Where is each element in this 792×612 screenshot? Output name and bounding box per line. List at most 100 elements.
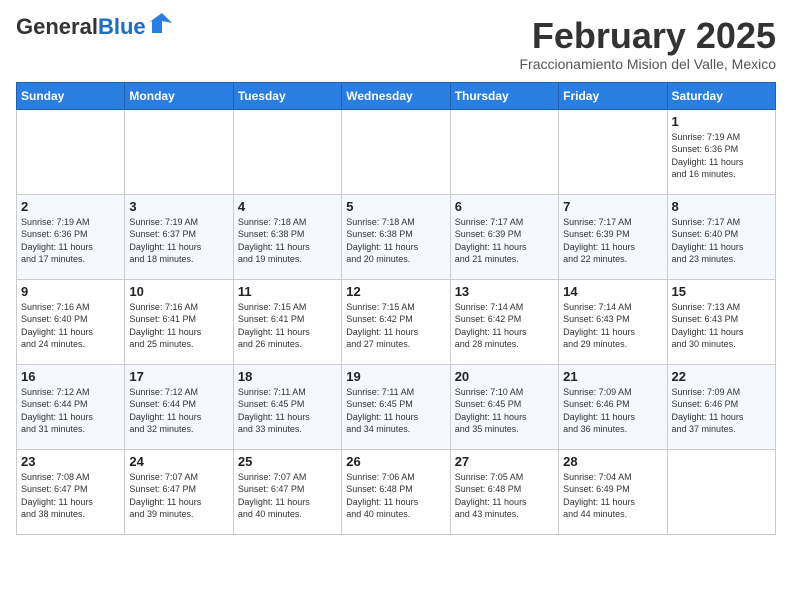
day-info: Sunrise: 7:17 AM Sunset: 6:39 PM Dayligh… <box>455 216 554 266</box>
day-info: Sunrise: 7:16 AM Sunset: 6:41 PM Dayligh… <box>129 301 228 351</box>
day-number: 4 <box>238 199 337 214</box>
day-number: 6 <box>455 199 554 214</box>
column-header-tuesday: Tuesday <box>233 82 341 109</box>
calendar-cell: 23 Sunrise: 7:08 AM Sunset: 6:47 PM Dayli… <box>17 449 125 534</box>
day-number: 22 <box>672 369 771 384</box>
title-area: February 2025 Fraccionamiento Mision del… <box>519 16 776 72</box>
day-number: 23 <box>21 454 120 469</box>
calendar-cell: 13 Sunrise: 7:14 AM Sunset: 6:42 PM Dayli… <box>450 279 558 364</box>
calendar-cell: 3 Sunrise: 7:19 AM Sunset: 6:37 PM Daylig… <box>125 194 233 279</box>
day-number: 28 <box>563 454 662 469</box>
day-info: Sunrise: 7:08 AM Sunset: 6:47 PM Dayligh… <box>21 471 120 521</box>
day-info: Sunrise: 7:09 AM Sunset: 6:46 PM Dayligh… <box>563 386 662 436</box>
calendar-cell: 7 Sunrise: 7:17 AM Sunset: 6:39 PM Daylig… <box>559 194 667 279</box>
calendar-cell <box>125 109 233 194</box>
day-info: Sunrise: 7:07 AM Sunset: 6:47 PM Dayligh… <box>129 471 228 521</box>
day-number: 8 <box>672 199 771 214</box>
day-number: 27 <box>455 454 554 469</box>
day-info: Sunrise: 7:18 AM Sunset: 6:38 PM Dayligh… <box>346 216 445 266</box>
calendar-cell: 21 Sunrise: 7:09 AM Sunset: 6:46 PM Dayli… <box>559 364 667 449</box>
day-number: 20 <box>455 369 554 384</box>
day-info: Sunrise: 7:13 AM Sunset: 6:43 PM Dayligh… <box>672 301 771 351</box>
day-info: Sunrise: 7:14 AM Sunset: 6:42 PM Dayligh… <box>455 301 554 351</box>
day-number: 21 <box>563 369 662 384</box>
calendar-cell: 8 Sunrise: 7:17 AM Sunset: 6:40 PM Daylig… <box>667 194 775 279</box>
calendar-cell <box>450 109 558 194</box>
column-header-friday: Friday <box>559 82 667 109</box>
day-info: Sunrise: 7:05 AM Sunset: 6:48 PM Dayligh… <box>455 471 554 521</box>
calendar-cell: 11 Sunrise: 7:15 AM Sunset: 6:41 PM Dayli… <box>233 279 341 364</box>
day-number: 16 <box>21 369 120 384</box>
day-info: Sunrise: 7:10 AM Sunset: 6:45 PM Dayligh… <box>455 386 554 436</box>
calendar-cell: 2 Sunrise: 7:19 AM Sunset: 6:36 PM Daylig… <box>17 194 125 279</box>
day-number: 10 <box>129 284 228 299</box>
calendar-cell: 14 Sunrise: 7:14 AM Sunset: 6:43 PM Dayli… <box>559 279 667 364</box>
column-header-thursday: Thursday <box>450 82 558 109</box>
day-info: Sunrise: 7:06 AM Sunset: 6:48 PM Dayligh… <box>346 471 445 521</box>
column-header-saturday: Saturday <box>667 82 775 109</box>
location-title: Fraccionamiento Mision del Valle, Mexico <box>519 56 776 72</box>
day-info: Sunrise: 7:17 AM Sunset: 6:40 PM Dayligh… <box>672 216 771 266</box>
month-title: February 2025 <box>519 16 776 56</box>
day-info: Sunrise: 7:14 AM Sunset: 6:43 PM Dayligh… <box>563 301 662 351</box>
day-number: 2 <box>21 199 120 214</box>
day-info: Sunrise: 7:15 AM Sunset: 6:42 PM Dayligh… <box>346 301 445 351</box>
day-number: 5 <box>346 199 445 214</box>
calendar-cell: 1 Sunrise: 7:19 AM Sunset: 6:36 PM Daylig… <box>667 109 775 194</box>
day-info: Sunrise: 7:18 AM Sunset: 6:38 PM Dayligh… <box>238 216 337 266</box>
day-number: 19 <box>346 369 445 384</box>
calendar-cell: 9 Sunrise: 7:16 AM Sunset: 6:40 PM Daylig… <box>17 279 125 364</box>
calendar-cell <box>17 109 125 194</box>
calendar-cell <box>233 109 341 194</box>
day-number: 9 <box>21 284 120 299</box>
calendar-cell: 22 Sunrise: 7:09 AM Sunset: 6:46 PM Dayli… <box>667 364 775 449</box>
logo: GeneralBlue <box>16 16 172 38</box>
calendar-cell: 28 Sunrise: 7:04 AM Sunset: 6:49 PM Dayli… <box>559 449 667 534</box>
day-number: 24 <box>129 454 228 469</box>
day-number: 1 <box>672 114 771 129</box>
day-number: 14 <box>563 284 662 299</box>
calendar-header-row: SundayMondayTuesdayWednesdayThursdayFrid… <box>17 82 776 109</box>
day-number: 12 <box>346 284 445 299</box>
calendar-cell: 25 Sunrise: 7:07 AM Sunset: 6:47 PM Dayli… <box>233 449 341 534</box>
day-number: 3 <box>129 199 228 214</box>
day-info: Sunrise: 7:19 AM Sunset: 6:37 PM Dayligh… <box>129 216 228 266</box>
calendar-cell: 10 Sunrise: 7:16 AM Sunset: 6:41 PM Dayli… <box>125 279 233 364</box>
day-info: Sunrise: 7:12 AM Sunset: 6:44 PM Dayligh… <box>21 386 120 436</box>
day-number: 26 <box>346 454 445 469</box>
logo-blue: Blue <box>98 14 146 39</box>
day-info: Sunrise: 7:07 AM Sunset: 6:47 PM Dayligh… <box>238 471 337 521</box>
calendar-cell <box>342 109 450 194</box>
logo-arrow-icon <box>148 13 172 33</box>
calendar-week-row: 2 Sunrise: 7:19 AM Sunset: 6:36 PM Daylig… <box>17 194 776 279</box>
calendar-cell: 19 Sunrise: 7:11 AM Sunset: 6:45 PM Dayli… <box>342 364 450 449</box>
calendar-cell: 17Sunrise: 7:12 AM Sunset: 6:44 PM Dayli… <box>125 364 233 449</box>
day-info: Sunrise: 7:11 AM Sunset: 6:45 PM Dayligh… <box>346 386 445 436</box>
day-info: Sunrise: 7:15 AM Sunset: 6:41 PM Dayligh… <box>238 301 337 351</box>
day-info: Sunrise: 7:04 AM Sunset: 6:49 PM Dayligh… <box>563 471 662 521</box>
calendar-cell: 5 Sunrise: 7:18 AM Sunset: 6:38 PM Daylig… <box>342 194 450 279</box>
day-info: Sunrise: 7:17 AM Sunset: 6:39 PM Dayligh… <box>563 216 662 266</box>
day-number: 15 <box>672 284 771 299</box>
page-header: GeneralBlue February 2025 Fraccionamient… <box>16 16 776 72</box>
day-number: 7 <box>563 199 662 214</box>
day-number: 13 <box>455 284 554 299</box>
calendar-week-row: 23 Sunrise: 7:08 AM Sunset: 6:47 PM Dayli… <box>17 449 776 534</box>
column-header-sunday: Sunday <box>17 82 125 109</box>
calendar-cell: 18Sunrise: 7:11 AM Sunset: 6:45 PM Dayli… <box>233 364 341 449</box>
column-header-monday: Monday <box>125 82 233 109</box>
day-number: 25 <box>238 454 337 469</box>
calendar-cell: 26 Sunrise: 7:06 AM Sunset: 6:48 PM Dayli… <box>342 449 450 534</box>
day-info: Sunrise: 7:12 AM Sunset: 6:44 PM Dayligh… <box>129 386 228 436</box>
calendar-cell <box>667 449 775 534</box>
day-info: Sunrise: 7:09 AM Sunset: 6:46 PM Dayligh… <box>672 386 771 436</box>
day-info: Sunrise: 7:19 AM Sunset: 6:36 PM Dayligh… <box>672 131 771 181</box>
day-number: 11 <box>238 284 337 299</box>
calendar-cell: 6 Sunrise: 7:17 AM Sunset: 6:39 PM Daylig… <box>450 194 558 279</box>
day-info: Sunrise: 7:16 AM Sunset: 6:40 PM Dayligh… <box>21 301 120 351</box>
logo-general: General <box>16 14 98 39</box>
day-info: Sunrise: 7:19 AM Sunset: 6:36 PM Dayligh… <box>21 216 120 266</box>
calendar-cell: 16 Sunrise: 7:12 AM Sunset: 6:44 PM Dayli… <box>17 364 125 449</box>
calendar-cell: 27 Sunrise: 7:05 AM Sunset: 6:48 PM Dayli… <box>450 449 558 534</box>
calendar-cell: 12 Sunrise: 7:15 AM Sunset: 6:42 PM Dayli… <box>342 279 450 364</box>
